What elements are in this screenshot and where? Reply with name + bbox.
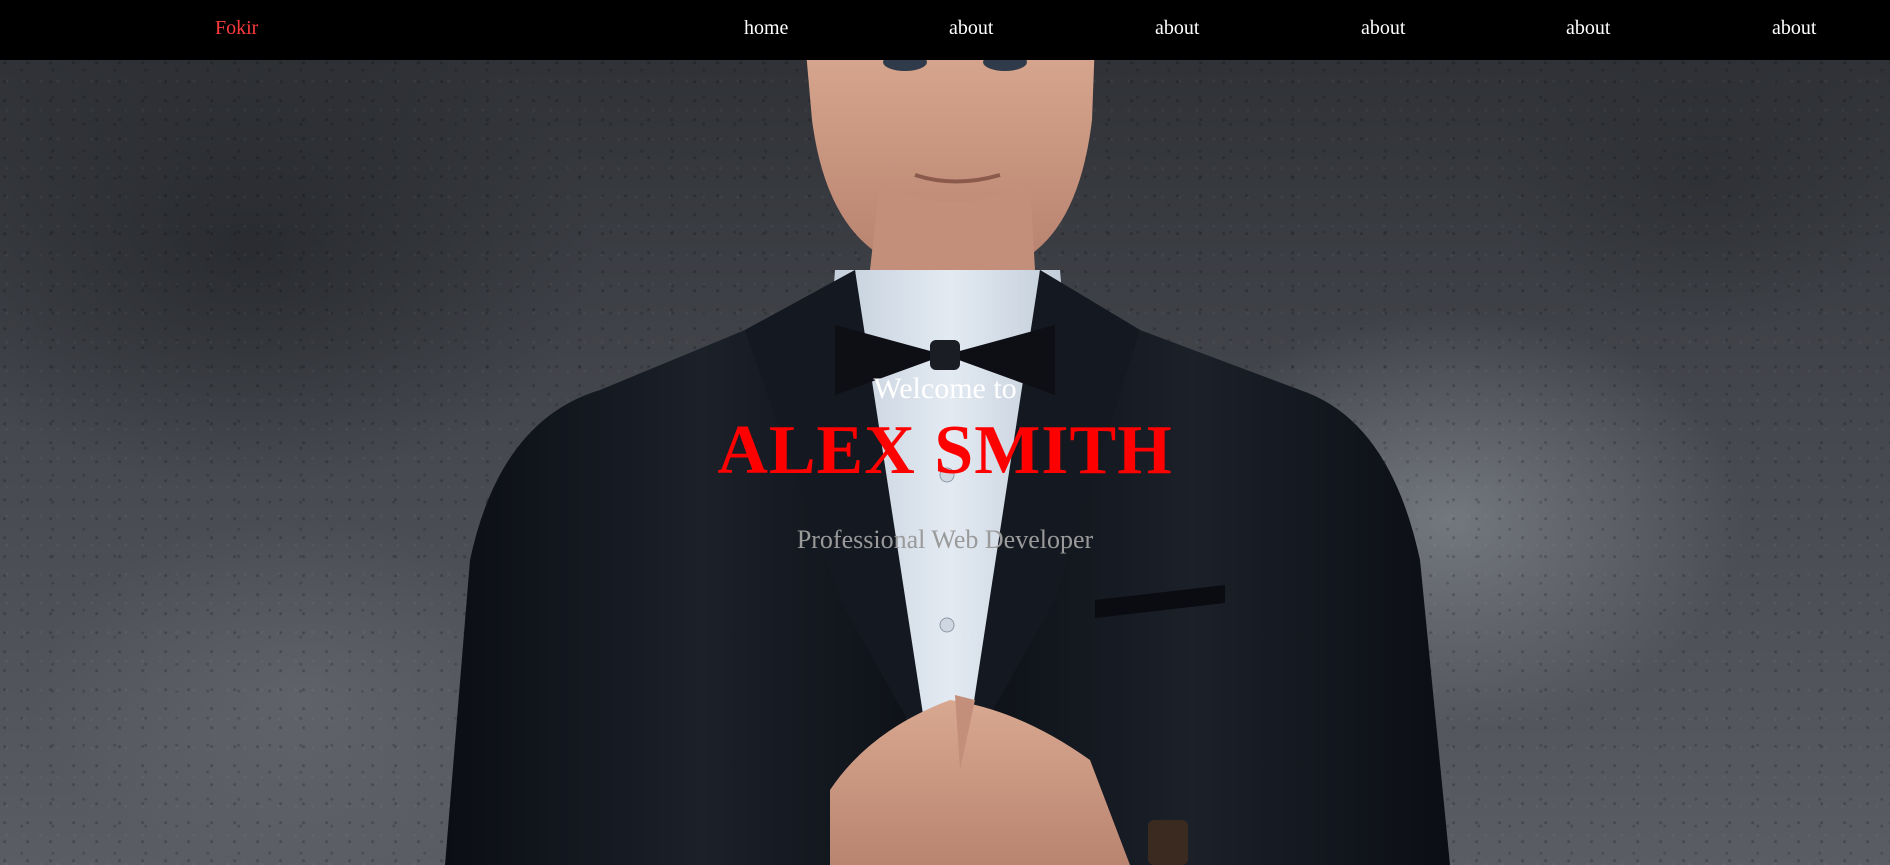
nav-link-about-3[interactable]: about bbox=[1361, 17, 1405, 40]
nav-link-about-5[interactable]: about bbox=[1772, 17, 1816, 40]
nav-link-about-2[interactable]: about bbox=[1155, 17, 1199, 40]
hero-tagline: Professional Web Developer bbox=[796, 525, 1094, 554]
nav-link-home[interactable]: home bbox=[744, 17, 788, 40]
nav-link-about-4[interactable]: about bbox=[1566, 17, 1610, 40]
hero-welcome-text: Welcome to bbox=[873, 372, 1017, 405]
top-navbar: Fokir home about about about about about bbox=[0, 0, 1890, 60]
brand-logo-link[interactable]: Fokir bbox=[215, 17, 258, 40]
nav-link-about-1[interactable]: about bbox=[949, 17, 993, 40]
hero-name-heading: ALEX SMITH bbox=[717, 412, 1173, 489]
page: Fokir home about about about about about… bbox=[0, 0, 1890, 865]
